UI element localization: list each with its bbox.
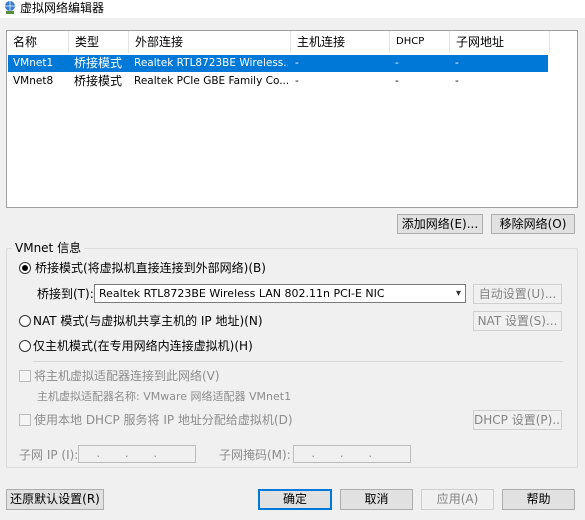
connect-adapter-checkbox[interactable] bbox=[19, 370, 31, 382]
title-bar: 虚拟网络编辑器 bbox=[0, 0, 585, 18]
cell-type: 桥接模式 bbox=[74, 74, 123, 88]
column-header-type[interactable]: 类型 bbox=[69, 31, 129, 53]
bridge-to-label: 桥接到(T): bbox=[37, 287, 94, 301]
dhcp-settings-button[interactable]: DHCP 设置(P)... bbox=[473, 410, 562, 430]
cell-name: VMnet8 bbox=[13, 75, 54, 87]
remove-network-button[interactable]: 移除网络(O) bbox=[491, 214, 575, 234]
column-header-dhcp[interactable]: DHCP bbox=[390, 31, 450, 53]
host-only-label[interactable]: 仅主机模式(在专用网络内连接虚拟机)(H) bbox=[33, 339, 253, 353]
cell-external: Realtek RTL8723BE Wireless... bbox=[134, 57, 288, 69]
divider bbox=[33, 361, 563, 362]
subnet-ip-label: 子网 IP (I): bbox=[19, 448, 79, 462]
column-header-external[interactable]: 外部连接 bbox=[129, 31, 291, 53]
auto-settings-button[interactable]: 自动设置(U)... bbox=[473, 284, 562, 304]
subnet-mask-value: . . . bbox=[302, 447, 388, 460]
subnet-mask-input[interactable]: . . . bbox=[293, 445, 411, 463]
connect-adapter-label[interactable]: 将主机虚拟适配器连接到此网络(V) bbox=[34, 369, 220, 383]
nat-mode-radio[interactable] bbox=[19, 315, 31, 327]
restore-defaults-button[interactable]: 还原默认设置(R) bbox=[6, 489, 104, 510]
apply-button[interactable]: 应用(A) bbox=[421, 489, 494, 510]
network-table[interactable]: 名称 类型 外部连接 主机连接 DHCP 子网地址 VMnet1 桥接模式 Re… bbox=[6, 30, 578, 208]
bridge-to-value: Realtek RTL8723BE Wireless LAN 802.11n P… bbox=[99, 287, 385, 300]
column-header-subnet[interactable]: 子网地址 bbox=[450, 31, 550, 53]
vmnet-info-group bbox=[6, 248, 578, 468]
cell-name: VMnet1 bbox=[13, 57, 54, 69]
subnet-ip-input[interactable]: . . . bbox=[78, 445, 196, 463]
add-network-button[interactable]: 添加网络(E)... bbox=[397, 214, 483, 234]
cell-subnet: - bbox=[455, 75, 459, 87]
cell-dhcp: - bbox=[395, 57, 399, 69]
subnet-ip-value: . . . bbox=[87, 447, 173, 460]
bridged-mode-radio[interactable] bbox=[19, 262, 31, 274]
column-header-host[interactable]: 主机连接 bbox=[291, 31, 390, 53]
cancel-button[interactable]: 取消 bbox=[340, 489, 413, 510]
column-header-name[interactable]: 名称 bbox=[7, 31, 69, 53]
adapter-name-label: 主机虚拟适配器名称: VMware 网络适配器 VMnet1 bbox=[37, 390, 292, 403]
vmnet-info-label: VMnet 信息 bbox=[12, 240, 85, 256]
nat-settings-button[interactable]: NAT 设置(S)... bbox=[473, 311, 562, 331]
subnet-mask-label: 子网掩码(M): bbox=[219, 448, 291, 462]
table-row[interactable]: VMnet8 桥接模式 Realtek PCIe GBE Family Co..… bbox=[8, 73, 548, 90]
nat-mode-label[interactable]: NAT 模式(与虚拟机共享主机的 IP 地址)(N) bbox=[33, 314, 263, 328]
chevron-down-icon: ▾ bbox=[455, 288, 461, 299]
use-dhcp-checkbox[interactable] bbox=[19, 414, 31, 426]
ok-button[interactable]: 确定 bbox=[258, 489, 332, 510]
cell-dhcp: - bbox=[395, 75, 399, 87]
host-only-radio[interactable] bbox=[19, 340, 31, 352]
bridged-mode-label[interactable]: 桥接模式(将虚拟机直接连接到外部网络)(B) bbox=[35, 261, 266, 275]
cell-host: - bbox=[295, 57, 299, 69]
use-dhcp-label[interactable]: 使用本地 DHCP 服务将 IP 地址分配给虚拟机(D) bbox=[34, 413, 293, 427]
cell-subnet: - bbox=[455, 57, 459, 69]
table-row[interactable]: VMnet1 桥接模式 Realtek RTL8723BE Wireless..… bbox=[8, 55, 548, 72]
network-globe-icon bbox=[5, 1, 15, 14]
help-button[interactable]: 帮助 bbox=[502, 489, 575, 510]
cell-external: Realtek PCIe GBE Family Co... bbox=[134, 75, 288, 87]
window-title: 虚拟网络编辑器 bbox=[20, 1, 105, 15]
cell-type: 桥接模式 bbox=[74, 56, 123, 70]
cell-host: - bbox=[295, 75, 299, 87]
bridge-to-select[interactable]: Realtek RTL8723BE Wireless LAN 802.11n P… bbox=[94, 284, 466, 303]
